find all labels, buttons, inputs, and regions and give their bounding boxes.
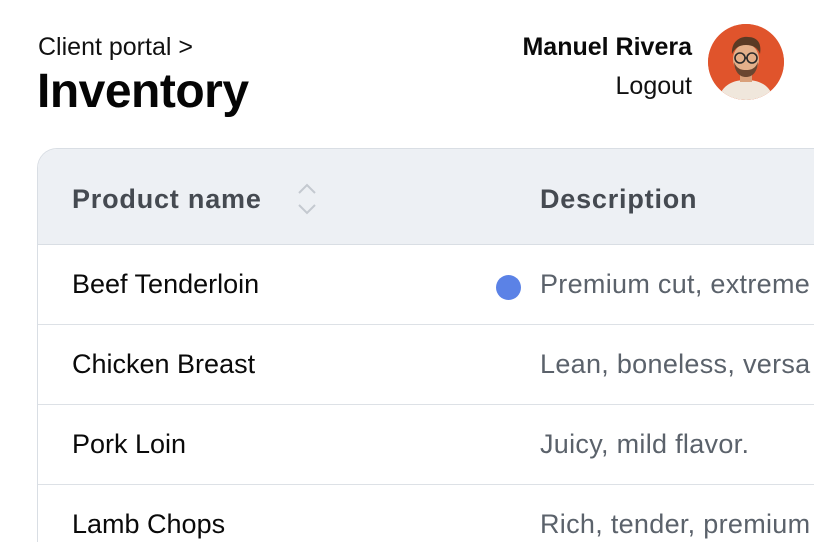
table-header: Product name Description: [38, 149, 814, 245]
column-header-product-name[interactable]: Product name: [72, 184, 262, 215]
description-cell: Lean, boneless, versa: [540, 349, 811, 379]
inventory-table: Product name Description Beef Tenderloin…: [37, 148, 814, 542]
sort-icon[interactable]: [296, 181, 318, 217]
description-cell: Juicy, mild flavor.: [540, 429, 750, 459]
table-row[interactable]: Chicken Breast Lean, boneless, versa: [38, 325, 814, 405]
table-row[interactable]: Pork Loin Juicy, mild flavor.: [38, 405, 814, 485]
product-name-cell: Lamb Chops: [72, 509, 226, 539]
product-name-cell: Pork Loin: [72, 429, 187, 459]
product-name-cell: Chicken Breast: [72, 349, 256, 379]
product-name-cell: Beef Tenderloin: [72, 269, 260, 299]
avatar-icon: [708, 24, 784, 100]
column-header-description[interactable]: Description: [540, 184, 697, 215]
breadcrumb[interactable]: Client portal >: [38, 33, 193, 62]
description-cell: Rich, tender, premium: [540, 509, 811, 539]
table-row[interactable]: Beef Tenderloin Premium cut, extreme: [38, 245, 814, 325]
status-dot-icon: [496, 275, 521, 300]
logout-link[interactable]: Logout: [616, 72, 692, 101]
avatar[interactable]: [708, 24, 784, 100]
table-row[interactable]: Lamb Chops Rich, tender, premium: [38, 485, 814, 542]
page-title: Inventory: [37, 65, 249, 118]
user-name: Manuel Rivera: [522, 33, 692, 61]
description-cell: Premium cut, extreme: [540, 269, 811, 299]
